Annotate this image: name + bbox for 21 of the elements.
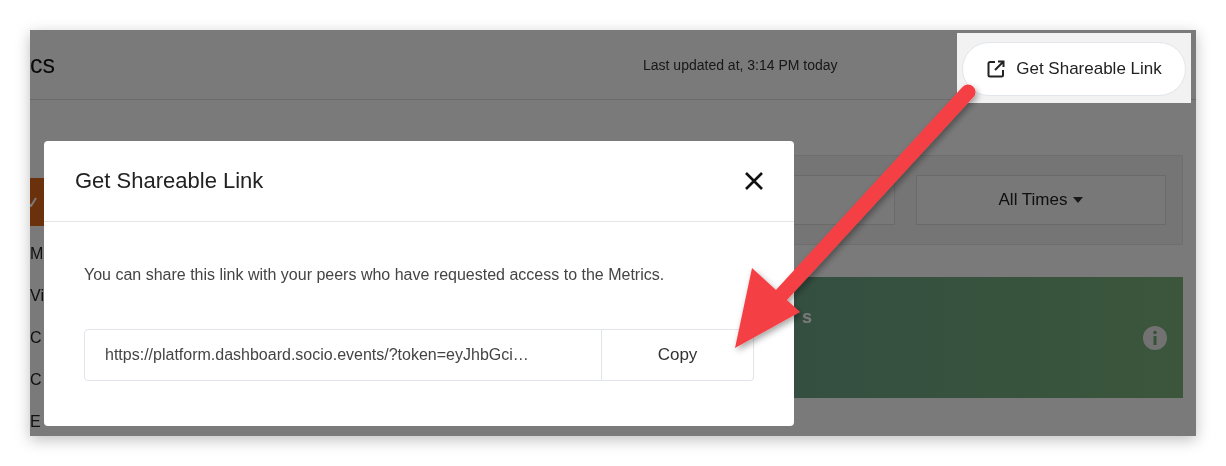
dialog-title: Get Shareable Link (75, 168, 264, 194)
dialog-message: You can share this link with your peers who have requested access to the Metrics. (84, 266, 666, 284)
sidebar-item[interactable]: E (30, 408, 44, 436)
card-title: s (802, 307, 812, 328)
page-title: cs (30, 50, 55, 79)
check-icon (30, 197, 37, 207)
close-button[interactable] (744, 171, 764, 191)
sidebar-item[interactable]: M (30, 240, 44, 268)
sidebar-item[interactable]: Vi (30, 282, 44, 310)
close-icon (744, 171, 764, 191)
copy-button[interactable]: Copy (602, 329, 754, 381)
sidebar-active-item[interactable] (30, 178, 44, 226)
sidebar-item[interactable]: C (30, 366, 44, 394)
caret-icon (1073, 197, 1084, 203)
sidebar-item[interactable]: C (30, 324, 44, 352)
last-updated-text: Last updated at, 3:14 PM today (643, 56, 838, 73)
filter-dropdown[interactable]: All Times (916, 175, 1166, 225)
external-link-icon (986, 59, 1007, 79)
link-field[interactable]: https://platform.dashboard.socio.events/?token=eyJhbGci… (84, 329, 602, 381)
share-link-button[interactable]: Get Shareable Link (962, 42, 1186, 96)
info-icon[interactable] (1143, 325, 1167, 350)
